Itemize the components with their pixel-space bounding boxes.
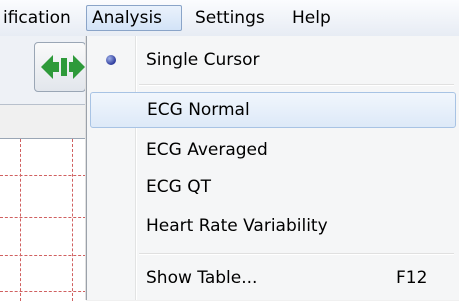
menu-item-label: ECG Averaged [146, 140, 268, 160]
menu-item-single-cursor[interactable]: Single Cursor [87, 42, 459, 78]
menu-item-label: ECG Normal [147, 100, 250, 120]
menu-separator [139, 253, 454, 254]
menu-item-label: Single Cursor [146, 50, 260, 70]
grid-line [0, 217, 86, 218]
menu-item-heart-rate-variability[interactable]: Heart Rate Variability [87, 208, 459, 244]
toolbar-divider [0, 104, 86, 105]
menu-verification[interactable]: ification [0, 5, 76, 31]
menu-bar: ification Analysis Settings Help [0, 0, 459, 37]
grid-line [20, 139, 21, 301]
menu-item-label: Heart Rate Variability [146, 216, 328, 236]
ecg-chart-area [0, 138, 86, 301]
grid-line [0, 175, 86, 176]
menu-item-label: Show Table... [146, 268, 258, 288]
radio-selected-icon [106, 55, 116, 65]
menu-item-ecg-normal[interactable]: ECG Normal [90, 92, 456, 128]
menu-analysis[interactable]: Analysis [86, 5, 182, 31]
menu-item-ecg-qt[interactable]: ECG QT [87, 169, 459, 205]
menu-item-label: ECG QT [146, 177, 211, 197]
menu-help[interactable]: Help [287, 5, 336, 31]
menu-item-show-table[interactable]: Show Table... F12 [87, 260, 459, 296]
menu-separator [139, 84, 454, 85]
menu-settings[interactable]: Settings [190, 5, 270, 31]
grid-line [0, 291, 86, 292]
shortcut-label: F12 [396, 268, 428, 288]
analysis-dropdown-menu: Single Cursor ECG Normal ECG Averaged EC… [86, 36, 459, 300]
toolbar-button[interactable] [34, 42, 86, 92]
grid-line [72, 139, 73, 301]
green-arrows-icon [41, 55, 85, 79]
menu-item-ecg-averaged[interactable]: ECG Averaged [87, 132, 459, 168]
grid-line [0, 255, 86, 256]
